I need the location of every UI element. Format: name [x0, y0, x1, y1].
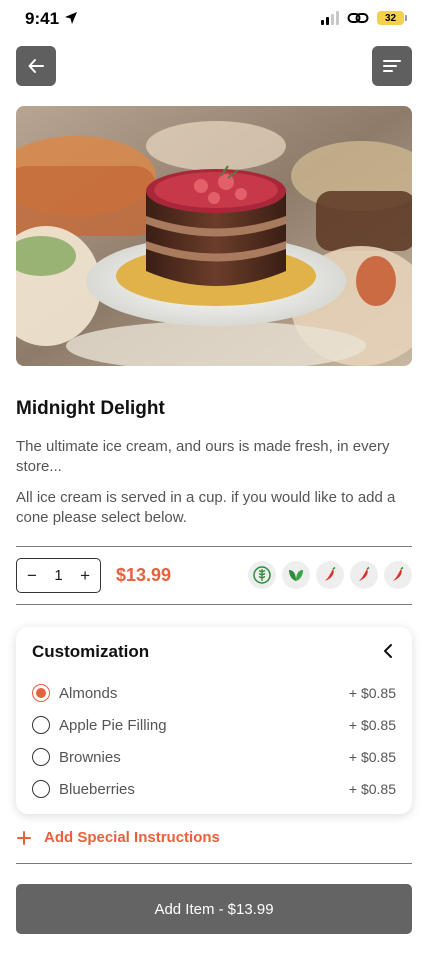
gluten-free-icon [248, 561, 276, 589]
option-almonds[interactable]: Almonds + $0.85 [32, 681, 396, 705]
radio-selected[interactable] [32, 684, 50, 702]
status-time: 9:41 [25, 9, 60, 28]
product-title: Midnight Delight [16, 398, 165, 419]
quantity-stepper[interactable]: − 1 + [16, 558, 101, 593]
option-brownies[interactable]: Brownies + $0.85 [32, 745, 396, 769]
option-apple-pie-filling[interactable]: Apple Pie Filling + $0.85 [32, 713, 396, 737]
option-name: Almonds [59, 684, 118, 702]
chevron-left-icon[interactable] [382, 643, 394, 659]
option-price: + $0.85 [348, 749, 396, 765]
chili-pepper-icon [316, 561, 344, 589]
menu-button[interactable] [372, 46, 412, 86]
add-item-button[interactable]: Add Item - $13.99 [16, 884, 412, 934]
product-price: $13.99 [116, 565, 172, 585]
status-bar: 9:41 32 [0, 0, 428, 40]
option-name: Apple Pie Filling [59, 716, 167, 734]
radio-unselected[interactable] [32, 748, 50, 766]
quantity-value: 1 [54, 567, 63, 584]
product-note: All ice cream is served in a cup. if you… [16, 489, 396, 526]
add-item-label: Add Item - [154, 900, 224, 918]
cellular-signal-icon [321, 11, 339, 25]
location-arrow-icon [65, 12, 77, 24]
menu-lines-icon [383, 60, 401, 72]
chili-pepper-icon [350, 561, 378, 589]
back-button[interactable] [16, 46, 56, 86]
increment-button[interactable]: + [80, 567, 90, 584]
option-name: Brownies [59, 748, 121, 766]
battery-icon: 32 [377, 11, 407, 25]
option-price: + $0.85 [348, 685, 396, 701]
option-price: + $0.85 [348, 717, 396, 733]
divider [16, 863, 412, 864]
product-image [16, 106, 412, 366]
option-name: Blueberries [59, 780, 135, 798]
vegan-leaf-icon [282, 561, 310, 589]
divider [16, 604, 412, 605]
radio-unselected[interactable] [32, 716, 50, 734]
arrow-left-icon [28, 59, 44, 73]
add-item-price: $13.99 [227, 900, 274, 918]
link-icon [347, 13, 369, 23]
battery-level: 32 [384, 12, 397, 24]
radio-unselected[interactable] [32, 780, 50, 798]
add-special-instructions[interactable]: Add Special Instructions [16, 829, 220, 846]
customization-card: Customization Almonds + $0.85 Apple Pie … [16, 627, 412, 814]
special-instructions-label: Add Special Instructions [44, 829, 220, 846]
option-blueberries[interactable]: Blueberries + $0.85 [32, 777, 396, 801]
plus-icon [17, 830, 31, 845]
status-indicators: 32 [321, 11, 407, 25]
product-description: The ultimate ice cream, and ours is made… [16, 438, 390, 475]
customization-title: Customization [32, 642, 150, 661]
dietary-tags [248, 561, 412, 589]
decrement-button[interactable]: − [27, 567, 37, 584]
chili-pepper-icon [384, 561, 412, 589]
divider [16, 546, 412, 547]
option-price: + $0.85 [348, 781, 396, 797]
